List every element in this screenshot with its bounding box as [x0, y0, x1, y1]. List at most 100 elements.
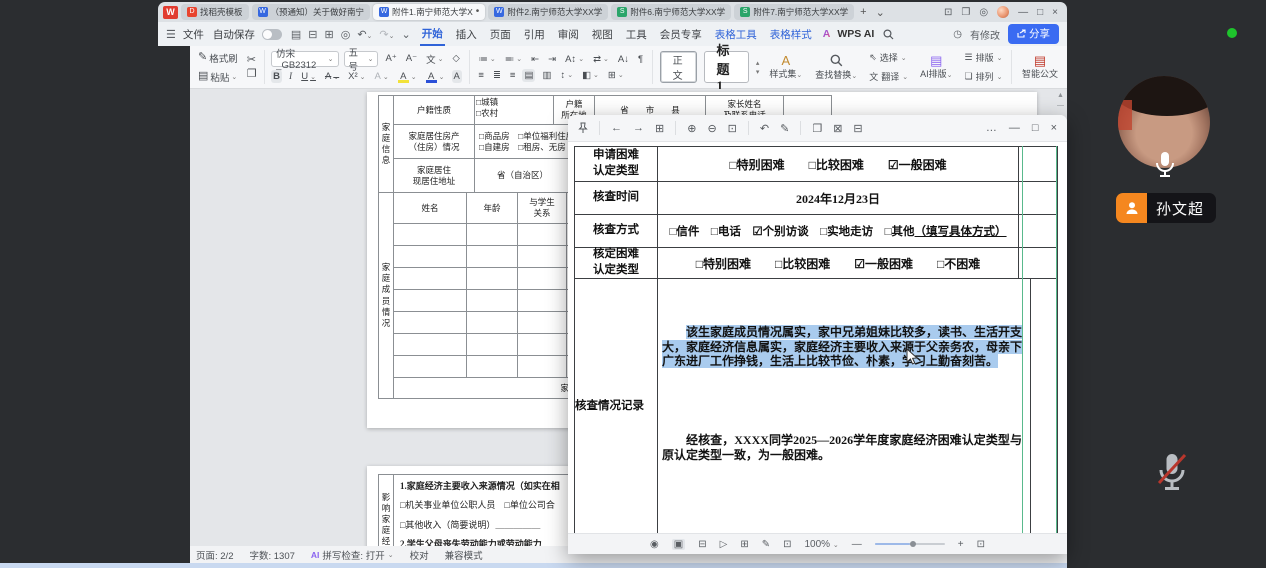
sort-button[interactable]: A↓ — [616, 53, 631, 66]
select-button[interactable]: ⇖选择⌄ — [867, 50, 910, 65]
border-button[interactable]: ⊞⌄ — [606, 69, 626, 82]
find-replace-button[interactable]: 查找替换⌄ — [812, 54, 860, 81]
char-effect-button[interactable]: A⌄ — [373, 70, 391, 83]
new-tab-button[interactable]: + — [857, 6, 869, 18]
menu-member[interactable]: 会员专享 — [658, 24, 704, 45]
style-heading1[interactable]: 标题 1 — [704, 51, 749, 83]
save-icon[interactable]: ▤ — [291, 28, 301, 41]
print-preview-icon[interactable]: ◎ — [341, 28, 351, 41]
minimize-button[interactable]: — — [1018, 7, 1028, 18]
menu-tools[interactable]: 工具 — [624, 24, 649, 45]
restore-button[interactable]: □ — [1037, 7, 1043, 18]
char-shading-button[interactable]: A — [452, 70, 462, 83]
italic-button[interactable]: I — [287, 71, 294, 83]
align-center-button[interactable]: ≣ — [491, 69, 503, 82]
hamburger-icon[interactable]: ☰ — [166, 28, 176, 41]
menu-table-style[interactable]: 表格样式 — [768, 24, 814, 45]
distribute-button[interactable]: ▥ — [540, 69, 553, 82]
thumbnails-icon[interactable]: ⊞ — [655, 122, 664, 135]
rotate-icon[interactable]: ↶ — [760, 122, 769, 135]
redo-button[interactable]: ↷⌄ — [379, 28, 394, 41]
ai-layout-button[interactable]: ▤ AI排版⌄ — [917, 55, 955, 80]
search-icon[interactable] — [883, 29, 894, 40]
menu-review[interactable]: 审阅 — [556, 24, 581, 45]
char-scale-button[interactable]: ⇄⌄ — [591, 53, 611, 66]
doc-scrollbar[interactable]: ▲— — [1056, 91, 1065, 115]
style-set-button[interactable]: A 样式集⌄ — [766, 55, 805, 80]
zoom-slider[interactable] — [875, 543, 945, 545]
windows-stack-icon[interactable]: ❐ — [961, 7, 970, 18]
eye-icon[interactable]: ◉ — [650, 539, 659, 550]
save-as-icon[interactable]: ⊟ — [853, 122, 862, 135]
wps-logo-icon[interactable]: W — [163, 6, 178, 19]
font-size-select[interactable]: 五号⌄ — [344, 51, 379, 67]
viewer-restore-button[interactable]: □ — [1032, 122, 1039, 134]
clear-format-button[interactable]: ◇ — [451, 52, 462, 65]
menu-insert[interactable]: 插入 — [454, 24, 479, 45]
text-direction-button[interactable]: A↕⌄ — [563, 53, 586, 66]
align-right-button[interactable]: ≡ — [508, 69, 518, 82]
zoom-out-icon[interactable]: ⊖ — [707, 122, 716, 135]
highlight-color-button[interactable]: A⌄ — [396, 70, 419, 84]
strikethrough-button[interactable]: A⌄ — [323, 70, 341, 83]
wps-ai-menu[interactable]: WPS AI — [837, 28, 874, 40]
numbered-list-button[interactable]: ≕⌄ — [503, 53, 524, 66]
viewer-close-button[interactable]: × — [1051, 122, 1057, 134]
superscript-button[interactable]: X²⌄ — [346, 70, 367, 83]
styles-gallery-up[interactable]: ▴ — [756, 59, 760, 67]
account-avatar[interactable] — [997, 6, 1009, 18]
print-view-icon[interactable]: ⊞ — [740, 539, 748, 550]
assistant-icon[interactable]: ⊡ — [944, 7, 952, 18]
fullscreen-icon[interactable]: ⊡ — [977, 539, 985, 550]
extract-icon[interactable]: ❐ — [812, 122, 822, 135]
outline-view-icon[interactable]: ⊟ — [698, 539, 706, 550]
menu-home[interactable]: 开始 — [420, 23, 445, 46]
close-button[interactable]: × — [1052, 7, 1058, 18]
menu-reference[interactable]: 引用 — [522, 24, 547, 45]
spellcheck-toggle[interactable]: 拼写检查: 打开 — [322, 548, 384, 562]
read-mode-icon[interactable]: ▷ — [720, 539, 728, 550]
arrange-button[interactable]: ❏排列⌄ — [962, 69, 1004, 84]
fit-width-icon[interactable]: ⊡ — [728, 122, 737, 135]
shrink-font-button[interactable]: A⁻ — [404, 52, 419, 65]
share-button[interactable]: 分享 — [1008, 24, 1059, 44]
increase-indent-button[interactable]: ⇥ — [546, 53, 558, 66]
cut-icon[interactable]: ✂ — [247, 55, 257, 66]
forward-icon[interactable]: → — [633, 122, 644, 134]
decrease-indent-button[interactable]: ⇤ — [529, 53, 541, 66]
phonetic-guide-button[interactable]: 文⌄ — [424, 51, 445, 67]
doc-tab-attachment6[interactable]: S 附件6.南宁师范大学XX学 — [611, 4, 731, 20]
align-left-button[interactable]: ≡ — [476, 69, 486, 82]
muted-mic-icon[interactable] — [1154, 450, 1190, 496]
page-view-icon[interactable]: ▣ — [672, 539, 685, 550]
viewer-document[interactable]: 申请困难 认定类型 □特别困难 □比较困难 ☑一般困难 核查时间 2024年12… — [568, 142, 1067, 533]
print-icon[interactable]: ⊞ — [325, 28, 334, 41]
layout-button[interactable]: ☰排版⌄ — [962, 50, 1004, 65]
grow-font-button[interactable]: A⁺ — [383, 52, 398, 65]
doc-tab-attachment2[interactable]: W 附件2.南宁师范大学XX学 — [488, 4, 608, 20]
zoom-out-button[interactable]: — — [852, 539, 862, 550]
copy-icon[interactable]: ❐ — [247, 69, 257, 80]
menu-page[interactable]: 页面 — [488, 24, 513, 45]
ocr-icon[interactable]: ⊠ — [833, 122, 842, 135]
styles-gallery-down[interactable]: ▾ — [756, 68, 760, 76]
file-menu[interactable]: 文件 — [183, 27, 204, 42]
justify-button[interactable]: ▤ — [522, 69, 535, 82]
export-icon[interactable]: ⊟ — [308, 28, 317, 41]
quickbar-chevron-icon[interactable]: ⌄ — [402, 28, 411, 41]
annotate-icon[interactable]: ✎ — [762, 539, 770, 550]
autosave-toggle[interactable] — [262, 29, 282, 40]
doc-tab-attachment7[interactable]: S 附件7.南宁师范大学XX学 — [734, 4, 854, 20]
edit-icon[interactable]: ✎ — [780, 122, 789, 135]
bullet-list-button[interactable]: ≔⌄ — [476, 53, 497, 66]
format-painter-button[interactable]: ✎ 格式刷 — [196, 50, 240, 66]
shading-button[interactable]: ◧⌄ — [580, 69, 601, 82]
fit-page-icon[interactable]: ⊡ — [783, 539, 791, 550]
doc-tab-notice[interactable]: W （预通知）关于做好南宁 — [252, 4, 371, 20]
undo-button[interactable]: ↶⌄ — [357, 28, 372, 41]
style-normal[interactable]: 正文 — [660, 51, 697, 83]
font-color-button[interactable]: A⌄ — [424, 70, 447, 84]
zoom-in-button[interactable]: + — [958, 539, 964, 550]
globe-icon[interactable]: ◎ — [979, 7, 988, 18]
tab-list-chevron-icon[interactable]: ⌄ — [873, 6, 888, 19]
